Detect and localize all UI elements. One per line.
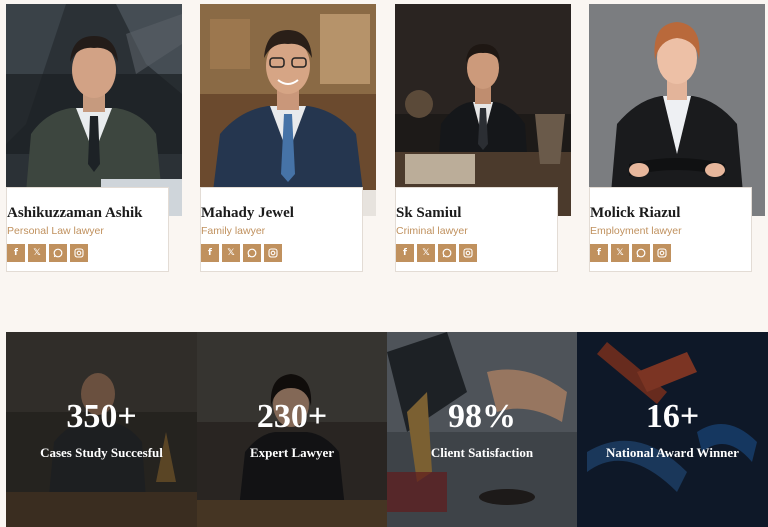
facebook-icon[interactable]: f [201,244,219,262]
team-member-card: Molick Riazul Employment lawyer f 𝕏 [589,4,765,272]
stat-value: 98% [448,398,516,435]
stat-value: 230+ [256,398,328,435]
stats-section: 350+ Cases Study Succesful 230+ Expert L… [6,332,768,527]
x-icon[interactable]: 𝕏 [611,244,629,262]
stat-tile: 16+ National Award Winner [577,332,768,527]
whatsapp-icon[interactable] [243,244,261,262]
lawyer-photo [200,4,376,216]
social-links: f 𝕏 [396,244,477,262]
lawyer-photo [395,4,571,216]
member-info-card: Ashikuzzaman Ashik Personal Law lawyer f… [6,187,169,272]
member-name: Sk Samiul [396,205,462,221]
team-member-card: Ashikuzzaman Ashik Personal Law lawyer f… [6,4,182,272]
member-info-card: Mahady Jewel Family lawyer f 𝕏 [200,187,363,272]
stat-value: 350+ [66,398,137,435]
stat-label: Client Satisfaction [430,445,534,460]
whatsapp-icon[interactable] [438,244,456,262]
lawyer-photo [589,4,765,216]
stat-label: National Award Winner [606,445,739,460]
team-section: Ashikuzzaman Ashik Personal Law lawyer f… [0,0,768,280]
team-member-card: Mahady Jewel Family lawyer f 𝕏 [200,4,376,272]
lawyer-photo [6,4,182,216]
instagram-icon[interactable] [70,244,88,262]
member-info-card: Molick Riazul Employment lawyer f 𝕏 [589,187,752,272]
member-info-card: Sk Samiul Criminal lawyer f 𝕏 [395,187,558,272]
team-member-card: Sk Samiul Criminal lawyer f 𝕏 [395,4,571,272]
instagram-icon[interactable] [264,244,282,262]
x-icon[interactable]: 𝕏 [417,244,435,262]
member-role: Employment lawyer [590,225,682,237]
stat-label: Cases Study Succesful [40,445,163,460]
facebook-icon[interactable]: f [7,244,25,262]
facebook-icon[interactable]: f [590,244,608,262]
member-role: Criminal lawyer [396,225,468,237]
stat-value: 16+ [645,398,700,435]
stat-tile: 230+ Expert Lawyer [197,332,387,527]
instagram-icon[interactable] [459,244,477,262]
stat-tile: 98% Client Satisfaction [387,332,577,527]
member-name: Molick Riazul [590,205,681,221]
instagram-icon[interactable] [653,244,671,262]
whatsapp-icon[interactable] [632,244,650,262]
stat-label: Expert Lawyer [249,445,335,460]
social-links: f 𝕏 [201,244,282,262]
member-role: Family lawyer [201,225,266,237]
stat-tile: 350+ Cases Study Succesful [6,332,197,527]
social-links: f 𝕏 [590,244,671,262]
whatsapp-icon[interactable] [49,244,67,262]
member-role: Personal Law lawyer [7,225,104,237]
member-name: Mahady Jewel [201,205,294,221]
x-icon[interactable]: 𝕏 [28,244,46,262]
social-links: f 𝕏 [7,244,88,262]
facebook-icon[interactable]: f [396,244,414,262]
member-name: Ashikuzzaman Ashik [7,205,143,221]
x-icon[interactable]: 𝕏 [222,244,240,262]
